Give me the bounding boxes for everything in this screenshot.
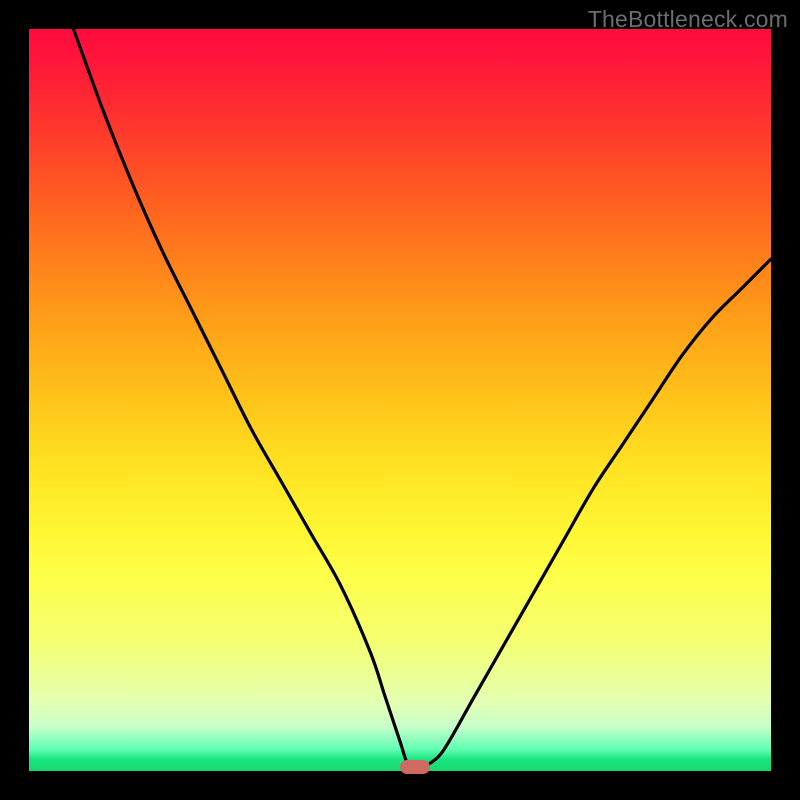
bottleneck-curve xyxy=(29,29,771,771)
chart-frame: TheBottleneck.com xyxy=(0,0,800,800)
attribution-text: TheBottleneck.com xyxy=(588,6,788,33)
optimal-marker xyxy=(400,760,430,774)
plot-area xyxy=(29,29,771,771)
